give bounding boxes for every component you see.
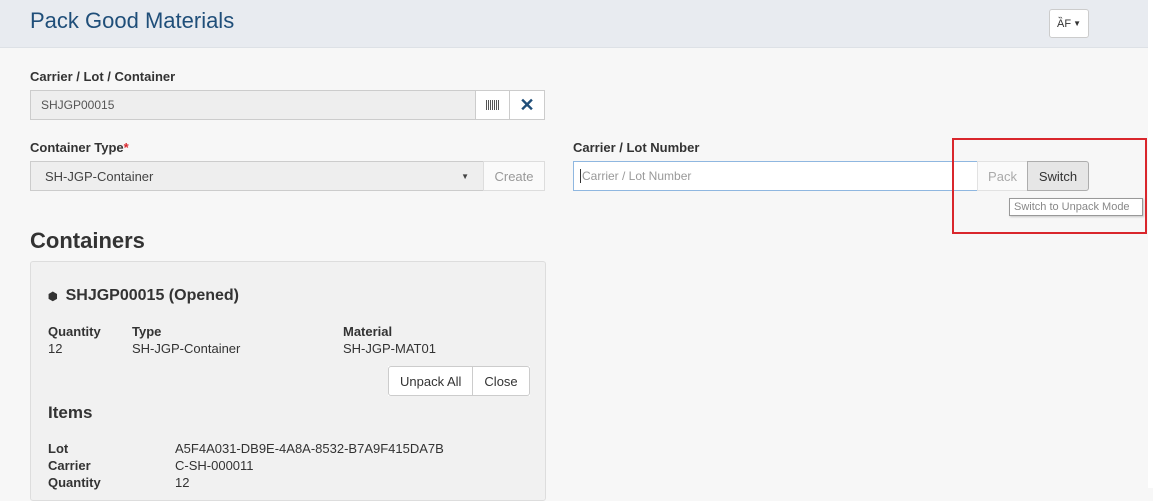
- page-header: Pack Good Materials ȀF ▼: [0, 0, 1148, 48]
- required-marker: *: [123, 140, 129, 155]
- type-value: SH-JGP-Container: [132, 341, 241, 356]
- container-type-selected: SH-JGP-Container: [45, 168, 154, 184]
- quantity-value: 12: [48, 341, 63, 356]
- barcode-icon: [485, 100, 500, 110]
- items-title: Items: [48, 403, 93, 422]
- material-value: SH-JGP-MAT01: [343, 341, 436, 356]
- carrier-label: Carrier: [48, 458, 91, 473]
- barcode-scan-button[interactable]: [475, 90, 510, 120]
- lot-number-input[interactable]: Carrier / Lot Number: [573, 161, 978, 191]
- carrier-field-input[interactable]: SHJGP00015: [30, 90, 476, 120]
- quantity-label: Quantity: [48, 324, 101, 339]
- chevron-down-icon: ▼: [1073, 19, 1081, 28]
- container-type-select[interactable]: SH-JGP-Container ▼: [30, 161, 484, 191]
- type-label: Type: [132, 324, 162, 339]
- text-cursor: [580, 169, 581, 183]
- carrier-value: C-SH-000011: [175, 458, 254, 473]
- create-button[interactable]: Create: [483, 161, 545, 191]
- highlight-box: [952, 138, 1147, 234]
- clear-button[interactable]: ✕: [509, 90, 545, 120]
- page-title: Pack Good Materials: [30, 8, 235, 33]
- container-name-text: SHJGP00015 (Opened): [65, 287, 240, 304]
- unpack-all-button[interactable]: Unpack All: [388, 366, 474, 396]
- container-actions: Unpack All Close: [388, 366, 530, 396]
- container-name: ⬢ SHJGP00015 (Opened): [48, 287, 239, 305]
- header-menu-button[interactable]: ȀF ▼: [1049, 9, 1089, 38]
- container-type-label: Container Type*: [30, 140, 129, 155]
- lot-label: Lot: [48, 441, 69, 456]
- containers-title: Containers: [30, 228, 145, 253]
- container-type-label-text: Container Type: [30, 140, 124, 155]
- cube-icon: ⬢: [48, 290, 58, 303]
- lot-value: A5F4A031-DB9E-4A8A-8532-B7A9F415DA7B: [175, 441, 444, 456]
- menu-icon: ȀF: [1057, 17, 1072, 30]
- lot-number-placeholder: Carrier / Lot Number: [582, 169, 692, 183]
- close-icon: ✕: [519, 94, 535, 115]
- page-edge: [1148, 0, 1153, 488]
- carrier-field-label: Carrier / Lot / Container: [30, 69, 176, 84]
- chevron-down-icon: ▼: [461, 171, 469, 181]
- material-label: Material: [343, 324, 393, 339]
- close-button[interactable]: Close: [473, 366, 530, 396]
- lot-number-label: Carrier / Lot Number: [573, 140, 700, 155]
